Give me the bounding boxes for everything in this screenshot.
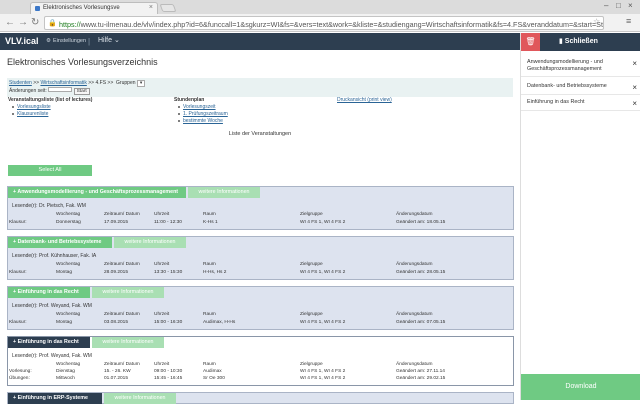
course-card: + Datenbank- und Betriebssysteme weitere… [7,236,514,280]
list-heading: Veranstaltungsliste (list of lectures) [8,97,93,103]
panel-item: Einführung in das Recht × [521,99,640,111]
breadcrumb-studiengang[interactable]: Wirtschaftsinformatik [40,80,86,86]
link-pruefungszeitraum[interactable]: 1. Prüfungszeitraum [183,111,228,117]
selection-panel: 🗑 ▮ Schließen Anwendungsmodellierung - u… [520,33,640,400]
panel-item-label: Einführung in das Recht [527,99,585,105]
lecture-list-links: Vorlesungsliste Klausurenliste [12,104,51,118]
course-card: + Einführung in das Recht weitere Inform… [7,336,514,386]
link-klausurenliste[interactable]: Klausurenliste [17,111,48,117]
course-card: + Einführung in das Recht weitere Inform… [7,286,514,330]
lecturer: Lesende(r): Dr. Pietsch, Fak. WM [12,203,86,209]
print-view-link[interactable]: Druckansicht (print view) [337,97,392,103]
aenderungen-label: Änderungen seit: [9,88,47,94]
maximize-icon[interactable]: □ [616,1,621,10]
forward-icon[interactable]: → [18,17,28,29]
course-card: + Anwendungsmodellierung - und Geschäfts… [7,186,514,230]
select-all-button[interactable]: Select All [8,165,92,176]
browser-toolbar: ← → ↻ 🔒 https://www.tu-ilmenau.de/vlv/in… [0,14,640,32]
lecturer: Lesende(r): Prof. Weyand, Fak. WM [12,303,92,309]
more-info-button[interactable]: weitere Informationen [104,393,176,404]
trash-icon[interactable]: 🗑 [521,33,540,51]
url-scheme: https:// [59,20,81,29]
link-vorlesungszeit[interactable]: Vorlesungszeit [183,104,216,110]
download-button[interactable]: Download [521,374,640,400]
add-course-button[interactable]: + Einführung in das Recht [8,287,90,298]
remove-item-icon[interactable]: × [632,59,637,68]
new-tab-button[interactable] [159,4,177,12]
start-button[interactable]: Start [73,88,90,95]
list-title: Liste der Veranstaltungen [228,131,292,137]
aenderungen-input[interactable] [48,87,73,92]
back-icon[interactable]: ← [5,17,15,29]
reload-icon[interactable]: ↻ [31,17,39,29]
breadcrumb-studenten[interactable]: Studenten [9,80,32,86]
panel-item: Datenbank- und Betriebssysteme × [521,83,640,95]
course-card: + Einführung in ERP-Systeme weitere Info… [7,392,514,404]
link-bestimmte-woche[interactable]: bestimmte Woche [183,118,223,124]
tab-close-icon[interactable]: × [149,4,153,11]
url-host: www.tu-ilmenau.de [80,20,142,29]
plan-heading: Stundenplan [174,97,205,103]
more-info-button[interactable]: weitere Informationen [114,237,186,248]
settings-gear-icon[interactable]: ⚙ [46,38,51,44]
more-info-button[interactable]: weitere Informationen [92,337,164,348]
link-vorlesungsliste[interactable]: Vorlesungsliste [17,104,51,110]
panel-item: Anwendungsmodellierung - und Geschäftspr… [521,59,640,77]
tab-title: Elektronisches Vorlesungsve [43,5,120,11]
more-info-button[interactable]: weitere Informationen [92,287,164,298]
lecturer: Lesende(r): Prof. Weyand, Fak. WM [12,353,92,359]
browser-tabbar: Elektronisches Vorlesungsve × – □ × [0,0,640,14]
settings-link[interactable]: Einstellungen [53,38,86,44]
lecturer: Lesende(r): Prof. Kühnhauser, Fak. IA [12,253,97,259]
panel-item-label: Anwendungsmodellierung - und Geschäftspr… [527,59,603,72]
add-course-button[interactable]: + Anwendungsmodellierung - und Geschäfts… [8,187,186,198]
add-course-button[interactable]: + Datenbank- und Betriebssysteme [8,237,112,248]
schedule-links: Vorlesungszeit 1. Prüfungszeitraum besti… [178,104,228,125]
lock-icon: 🔒 [48,20,57,27]
add-course-button[interactable]: + Einführung in ERP-Systeme [8,393,102,404]
remove-item-icon[interactable]: × [632,99,637,108]
help-menu[interactable]: Hilfe ⌄ [98,36,120,44]
app-header: VLV.ical ⚙ Einstellungen | Hilfe ⌄ [0,33,520,50]
close-panel-label: Schließen [564,38,598,45]
header-separator: | [88,37,91,46]
more-info-button[interactable]: weitere Informationen [188,187,260,198]
window-close-icon[interactable]: × [628,1,633,10]
breadcrumb-semester: >> 4.FS >> [88,80,114,86]
filter-bar: Studenten >> Wirtschaftsinformatik >> 4.… [7,78,513,97]
page-title: Elektronisches Vorlesungsverzeichnis [7,57,158,67]
url-path: /vlv/index.php?id=6&funccall=1&sgkurz=WI… [141,20,604,29]
minimize-icon[interactable]: – [604,1,608,10]
breadcrumb-separator: >> [33,80,40,86]
close-panel-button[interactable]: ▮ Schließen [559,37,598,45]
favicon-icon [35,6,40,11]
panel-header: 🗑 ▮ Schließen [521,33,640,51]
url-bar[interactable]: 🔒 https://www.tu-ilmenau.de/vlv/index.ph… [44,16,604,30]
brand-logo[interactable]: VLV.ical [5,36,39,46]
panel-item-label: Datenbank- und Betriebssysteme [527,83,607,89]
add-course-button[interactable]: + Einführung in das Recht [8,337,90,348]
bookmark-star-icon[interactable]: ☆ [593,17,600,26]
remove-item-icon[interactable]: × [632,83,637,92]
gruppen-select[interactable]: ▾ [136,80,146,87]
browser-menu-icon[interactable]: ≡ [626,16,631,26]
gruppen-label: Gruppen [116,80,136,86]
browser-tab[interactable]: Elektronisches Vorlesungsve × [30,2,158,14]
